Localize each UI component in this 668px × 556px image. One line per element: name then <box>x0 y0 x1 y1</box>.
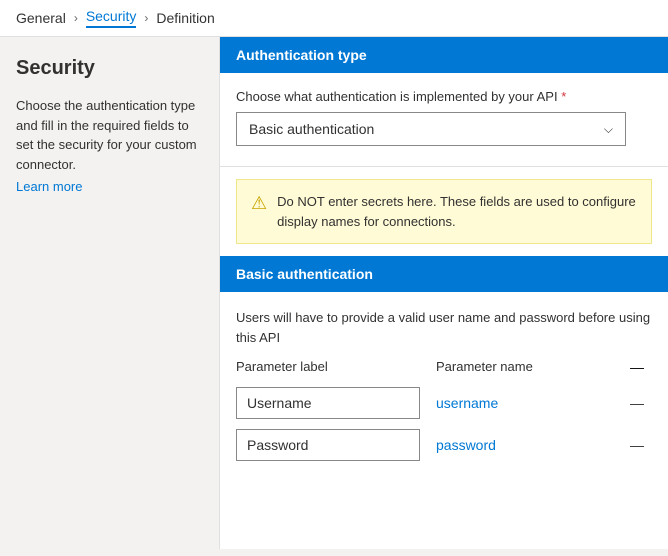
col-header-name: Parameter name <box>436 359 622 375</box>
username-param-name: username <box>436 395 606 411</box>
basic-auth-description: Users will have to provide a valid user … <box>220 296 668 351</box>
divider-1 <box>220 166 668 167</box>
warning-text: Do NOT enter secrets here. These fields … <box>277 192 637 231</box>
username-delete-icon[interactable]: — <box>622 395 652 411</box>
chevron-down-icon: ⌵ <box>604 122 613 137</box>
dropdown-selected-value: Basic authentication <box>249 121 374 137</box>
password-delete-icon[interactable]: — <box>622 437 652 453</box>
chevron-icon-1: › <box>74 11 78 25</box>
sidebar-description: Choose the authentication type and fill … <box>16 96 203 174</box>
password-input[interactable] <box>236 429 420 461</box>
col-header-delete: — <box>622 359 652 375</box>
auth-type-label: Choose what authentication is implemente… <box>236 89 652 104</box>
chevron-icon-2: › <box>144 11 148 25</box>
col-header-label: Parameter label <box>236 359 436 375</box>
params-header-row: Parameter label Parameter name — <box>236 359 652 379</box>
breadcrumb: General › Security › Definition <box>0 0 668 37</box>
sidebar: Security Choose the authentication type … <box>0 37 220 549</box>
main-layout: Security Choose the authentication type … <box>0 37 668 549</box>
basic-auth-section: Users will have to provide a valid user … <box>220 296 668 487</box>
param-row-password: password — <box>236 429 652 461</box>
auth-type-dropdown[interactable]: Basic authentication ⌵ <box>236 112 626 146</box>
param-row-username: username — <box>236 387 652 419</box>
breadcrumb-security[interactable]: Security <box>86 8 137 28</box>
sidebar-title: Security <box>16 57 203 80</box>
content-area: Authentication type Choose what authenti… <box>220 37 668 549</box>
warning-banner: ⚠ Do NOT enter secrets here. These field… <box>236 179 652 244</box>
required-star: * <box>561 89 566 104</box>
breadcrumb-definition[interactable]: Definition <box>156 10 214 26</box>
auth-type-header: Authentication type <box>220 37 668 73</box>
auth-type-section: Choose what authentication is implemente… <box>220 73 668 162</box>
basic-auth-header: Basic authentication <box>220 256 668 292</box>
learn-more-link[interactable]: Learn more <box>16 179 82 194</box>
breadcrumb-general[interactable]: General <box>16 10 66 26</box>
warning-icon: ⚠ <box>251 193 267 214</box>
username-input[interactable] <box>236 387 420 419</box>
password-param-name: password <box>436 437 606 453</box>
params-table: Parameter label Parameter name — usernam… <box>220 351 668 487</box>
